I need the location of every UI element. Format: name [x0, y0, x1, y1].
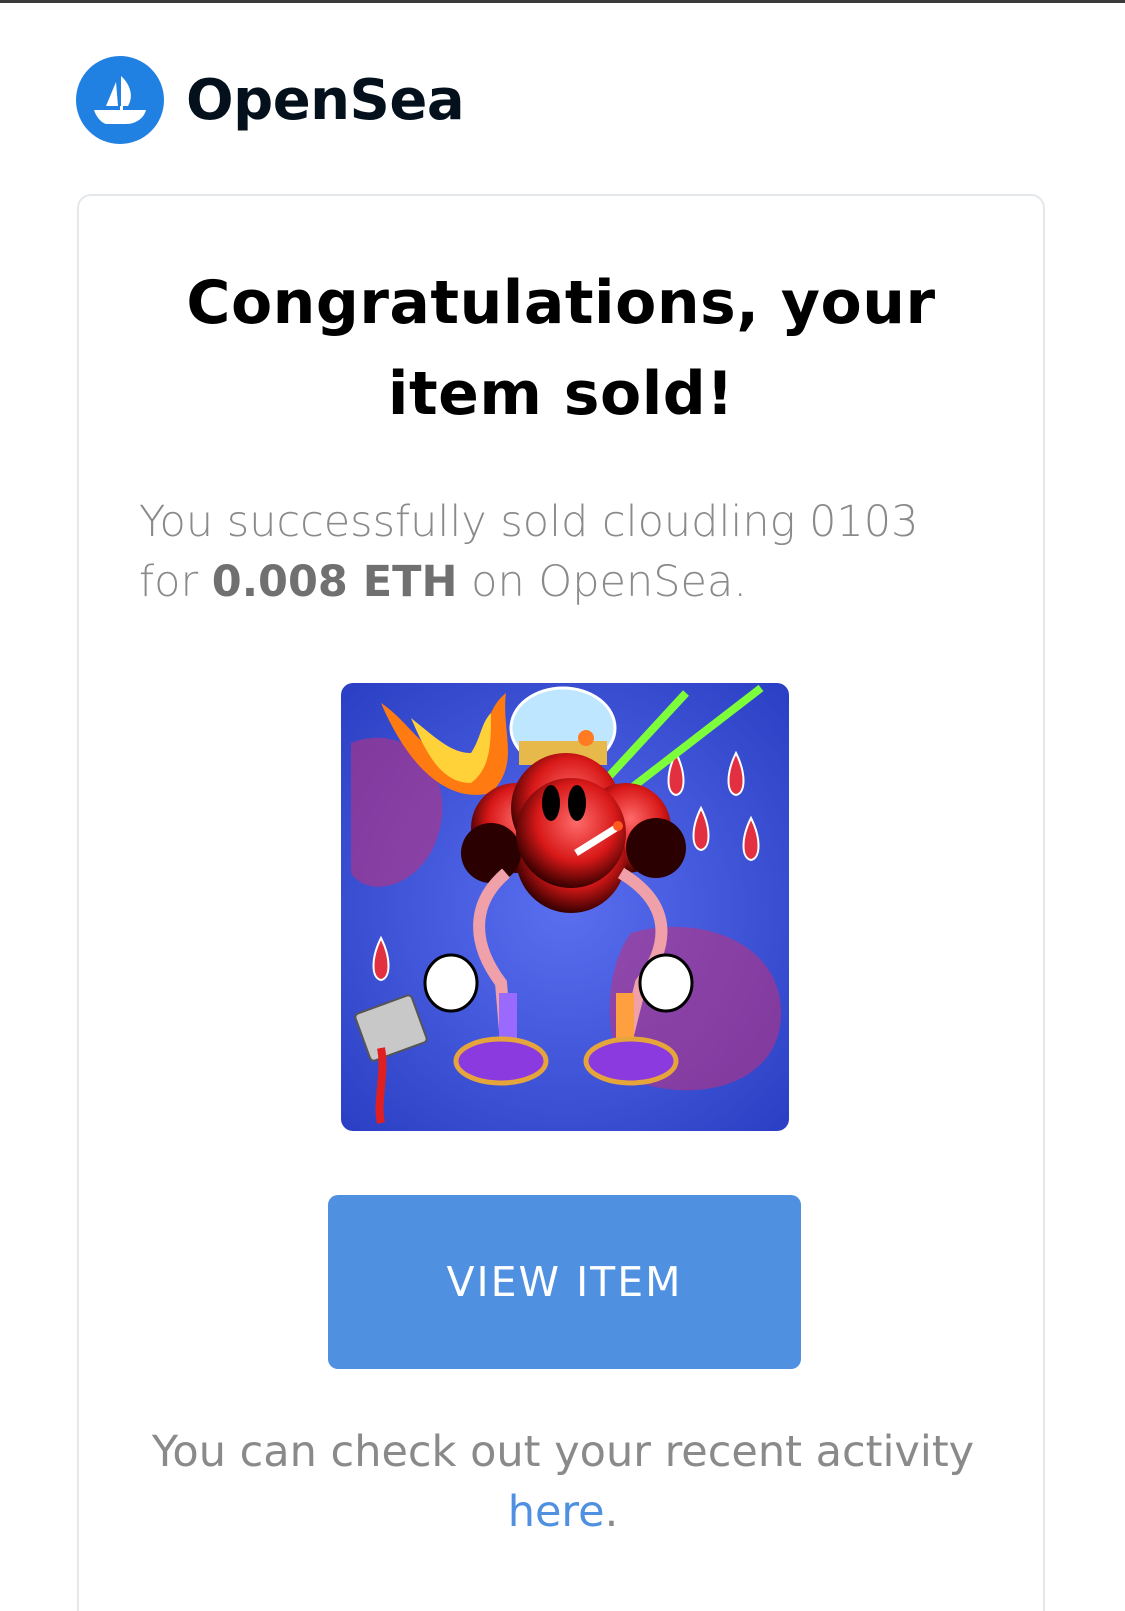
- headline-line-2: item sold!: [387, 359, 735, 429]
- headline: Congratulations, your item sold!: [79, 258, 1043, 440]
- activity-message: You can check out your recent activity h…: [99, 1422, 1027, 1542]
- notification-card: Congratulations, your item sold! You suc…: [77, 194, 1045, 1611]
- email-page: OpenSea Congratulations, your item sold!…: [0, 0, 1125, 1611]
- opensea-logo-icon: [76, 56, 164, 144]
- nft-image[interactable]: [341, 683, 789, 1131]
- brand-header: OpenSea: [76, 56, 465, 144]
- top-divider: [0, 0, 1125, 3]
- sale-message-suffix: on OpenSea.: [471, 557, 748, 607]
- activity-link[interactable]: here: [508, 1487, 605, 1537]
- activity-message-prefix: You can check out your recent activity: [151, 1427, 975, 1477]
- activity-message-suffix: .: [604, 1487, 619, 1537]
- sale-message: You successfully sold cloudling 0103 for…: [139, 492, 989, 612]
- brand-name: OpenSea: [186, 67, 465, 133]
- headline-line-1: Congratulations, your: [186, 268, 936, 338]
- sale-price: 0.008 ETH: [211, 557, 458, 607]
- view-item-button[interactable]: VIEW ITEM: [328, 1195, 801, 1369]
